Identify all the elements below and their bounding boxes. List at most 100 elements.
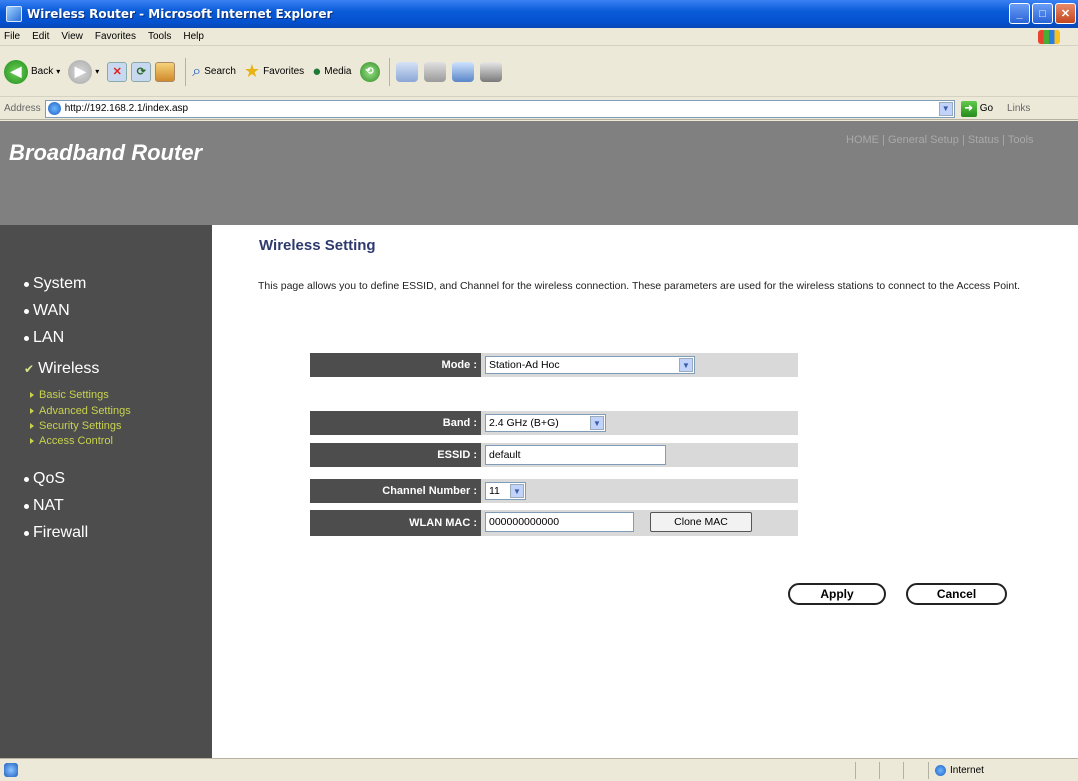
windows-logo-icon [1038, 30, 1060, 44]
home-icon[interactable] [155, 61, 176, 82]
wlan-mac-input[interactable]: 000000000000 [485, 512, 634, 532]
globe-icon [935, 765, 946, 776]
sidebar-item-firewall[interactable]: Firewall [24, 524, 88, 542]
channel-row: Channel Number : 11 ▼ [310, 479, 798, 503]
menu-help[interactable]: Help [183, 31, 204, 42]
channel-value: 11 [489, 485, 500, 497]
mail-icon[interactable] [395, 61, 418, 82]
sidebar-subitem-advanced-settings[interactable]: Advanced Settings [30, 405, 131, 417]
wlan-mac-label: WLAN MAC : [310, 510, 481, 536]
go-button[interactable]: ➜ Go [960, 100, 994, 117]
media-button[interactable]: ● Media [312, 63, 351, 80]
essid-input[interactable]: default [485, 445, 666, 465]
forward-dropdown-icon: ▾ [95, 67, 100, 76]
go-label: Go [979, 103, 994, 114]
sidebar-item-system[interactable]: System [24, 275, 86, 293]
forward-arrow-icon: ▶ [68, 59, 93, 84]
menu-view[interactable]: View [61, 31, 83, 42]
apply-button[interactable]: Apply [788, 583, 886, 605]
top-nav: HOME | General Setup | Status | Tools [846, 134, 1034, 146]
topnav-general-setup[interactable]: General Setup [888, 134, 959, 146]
history-icon[interactable]: ⟲ [359, 61, 380, 82]
discuss-icon[interactable] [479, 61, 502, 82]
media-icon: ● [312, 63, 322, 80]
topnav-home[interactable]: HOME [846, 134, 879, 146]
maximize-button[interactable]: □ [1032, 3, 1053, 24]
channel-label: Channel Number : [310, 479, 481, 503]
chevron-down-icon: ▼ [679, 358, 693, 372]
links-button[interactable]: Links [1007, 103, 1030, 114]
sidebar-item-label: QoS [33, 470, 66, 487]
mode-row: Mode : Station-Ad Hoc ▼ [310, 353, 798, 377]
sidebar-subitem-label: Basic Settings [39, 389, 109, 401]
minimize-button[interactable]: _ [1009, 3, 1030, 24]
menu-file[interactable]: File [4, 31, 20, 42]
mode-select[interactable]: Station-Ad Hoc ▼ [485, 356, 695, 374]
status-bar: Internet [0, 758, 1078, 781]
bullet-icon [24, 308, 29, 314]
essid-row: ESSID : default [310, 443, 798, 467]
page-icon [47, 102, 61, 115]
channel-select[interactable]: 11 ▼ [485, 482, 526, 500]
cancel-button[interactable]: Cancel [906, 583, 1007, 605]
sidebar-item-nat[interactable]: NAT [24, 497, 64, 515]
forward-button[interactable]: ▶ ▾ [68, 59, 100, 84]
window-title: Wireless Router - Microsoft Internet Exp… [27, 7, 333, 21]
chevron-down-icon: ▼ [510, 484, 524, 498]
security-zone: Internet [928, 762, 984, 779]
arrow-right-icon [30, 392, 34, 398]
sidebar-item-label: LAN [33, 329, 65, 346]
sidebar-subitem-label: Access Control [39, 435, 113, 447]
sidebar-item-lan[interactable]: LAN [24, 329, 64, 347]
print-icon[interactable] [423, 61, 446, 82]
wlan-mac-row: WLAN MAC : 000000000000 Clone MAC [310, 510, 798, 536]
search-button[interactable]: ⌕ Search [192, 63, 236, 81]
address-dropdown-icon[interactable]: ▼ [938, 101, 953, 116]
sidebar-subitem-security-settings[interactable]: Security Settings [30, 420, 122, 432]
bullet-icon [24, 476, 29, 482]
menu-edit[interactable]: Edit [32, 31, 49, 42]
sidebar-subitem-label: Advanced Settings [39, 405, 131, 417]
mode-label: Mode : [310, 353, 481, 377]
stop-icon[interactable]: ✕ [107, 61, 128, 82]
sidebar-item-label: WAN [33, 302, 70, 319]
sidebar-item-label: Firewall [33, 524, 89, 541]
bullet-icon [24, 335, 29, 341]
sidebar-item-wireless[interactable]: ✔ Wireless [24, 360, 99, 378]
bullet-icon [24, 281, 29, 287]
sidebar-item-qos[interactable]: QoS [24, 470, 65, 488]
topnav-tools[interactable]: Tools [1008, 134, 1034, 146]
address-input[interactable]: http://192.168.2.1/index.asp ▼ [44, 99, 955, 118]
back-arrow-icon: ◀ [4, 59, 28, 84]
address-bar: Address http://192.168.2.1/index.asp ▼ ➜… [0, 98, 1078, 120]
address-url: http://192.168.2.1/index.asp [64, 103, 189, 114]
menu-favorites[interactable]: Favorites [95, 31, 136, 42]
sidebar-subitem-label: Security Settings [39, 420, 122, 432]
status-panes [855, 762, 927, 779]
go-arrow-icon: ➜ [960, 100, 977, 117]
edit-icon[interactable] [451, 61, 474, 82]
sidebar-subitem-access-control[interactable]: Access Control [30, 435, 113, 447]
page-description: This page allows you to define ESSID, an… [258, 280, 1021, 292]
toolbar: ◀ Back ▾ ▶ ▾ ✕ ⟳ ⌕ Search ★ Favorites ● … [0, 47, 1078, 97]
sidebar: System WAN LAN ✔ Wireless Basic Settings… [0, 225, 212, 758]
favorites-star-icon: ★ [243, 61, 261, 81]
close-button[interactable]: ✕ [1055, 3, 1076, 24]
arrow-right-icon [30, 408, 34, 414]
arrow-right-icon [30, 423, 34, 429]
topnav-status[interactable]: Status [968, 134, 999, 146]
essid-label: ESSID : [310, 443, 481, 467]
toolbar-separator-2 [388, 57, 390, 86]
band-select[interactable]: 2.4 GHz (B+G) ▼ [485, 414, 606, 432]
favorites-button[interactable]: ★ Favorites [244, 61, 304, 82]
band-label: Band : [310, 411, 481, 435]
sidebar-subitem-basic-settings[interactable]: Basic Settings [30, 389, 109, 401]
main-content: Wireless Setting This page allows you to… [212, 225, 1078, 758]
clone-mac-button[interactable]: Clone MAC [650, 512, 752, 532]
menu-tools[interactable]: Tools [148, 31, 171, 42]
refresh-icon[interactable]: ⟳ [131, 61, 152, 82]
sidebar-item-wan[interactable]: WAN [24, 302, 70, 320]
back-button[interactable]: ◀ Back ▾ [4, 59, 60, 84]
back-label: Back [31, 66, 54, 77]
mode-value: Station-Ad Hoc [489, 359, 560, 371]
